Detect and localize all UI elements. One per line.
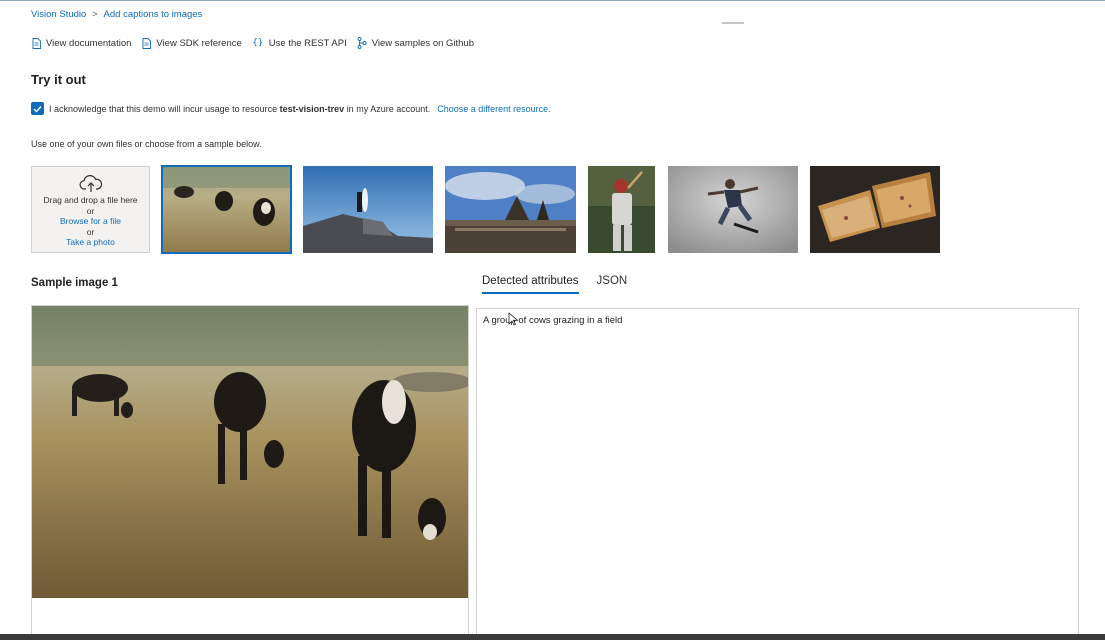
tab-json[interactable]: JSON <box>597 275 628 294</box>
sample-image-title: Sample image 1 <box>31 277 118 289</box>
sample-thumbnail-building[interactable] <box>445 166 576 253</box>
acknowledge-row: I acknowledge that this demo will incur … <box>31 102 551 115</box>
doc-links-bar: View documentation View SDK reference {}… <box>31 37 484 49</box>
file-upload-dropzone[interactable]: Drag and drop a file here or Browse for … <box>31 166 150 253</box>
detected-caption: A group of cows grazing in a field <box>483 315 623 326</box>
browse-file-link[interactable]: Browse for a file <box>60 216 121 227</box>
doc-link-label: View SDK reference <box>156 37 242 49</box>
sample-thumbnail-baseball[interactable] <box>588 166 655 253</box>
doc-link-label: View samples on Github <box>371 37 475 49</box>
resource-name: test-vision-trev <box>279 103 345 114</box>
breadcrumb-current-link[interactable]: Add captions to images <box>104 9 203 20</box>
top-border <box>0 0 1105 1</box>
bottom-bar <box>0 634 1105 640</box>
acknowledge-text: I acknowledge that this demo will incur … <box>49 103 278 114</box>
drag-drop-text: Drag and drop a file here <box>43 195 138 205</box>
checkmark-icon <box>33 105 42 113</box>
mouse-cursor-icon <box>508 312 519 331</box>
sample-thumbnail-skateboarder[interactable] <box>668 166 798 253</box>
breadcrumb: Vision Studio > Add captions to images <box>31 7 202 21</box>
or-text: or <box>86 205 95 216</box>
github-branch-icon <box>357 37 367 49</box>
result-tabs: Detected attributes JSON <box>482 275 645 294</box>
sample-thumbnail-surfer[interactable] <box>303 166 433 253</box>
instruction-text: Use one of your own files or choose from… <box>31 139 262 149</box>
view-sdk-reference-link[interactable]: View SDK reference <box>141 37 242 49</box>
breadcrumb-separator: > <box>92 9 98 19</box>
divider <box>722 22 744 24</box>
section-title: Try it out <box>31 72 86 87</box>
or-text: or <box>86 226 95 237</box>
cloud-upload-icon <box>79 175 103 195</box>
breadcrumb-root-link[interactable]: Vision Studio <box>31 9 86 20</box>
cows-image <box>32 306 468 598</box>
choose-resource-link[interactable]: Choose a different resource. <box>437 104 550 114</box>
sample-thumbnail-cows[interactable] <box>161 165 292 254</box>
doc-link-label: View documentation <box>46 37 132 49</box>
acknowledge-text-end: in my Azure account. <box>346 103 431 114</box>
view-documentation-link[interactable]: View documentation <box>31 37 131 49</box>
document-icon <box>141 37 151 49</box>
result-panel: A group of cows grazing in a field <box>476 308 1079 640</box>
use-rest-api-link[interactable]: {} Use the REST API <box>252 37 347 49</box>
take-photo-link[interactable]: Take a photo <box>66 237 115 248</box>
braces-icon: {} <box>252 38 264 48</box>
acknowledge-checkbox[interactable] <box>31 102 44 115</box>
view-samples-github-link[interactable]: View samples on Github <box>357 37 474 49</box>
sample-image-preview <box>31 305 469 640</box>
sample-thumbnail-sandwich[interactable] <box>810 166 940 253</box>
doc-link-label: Use the REST API <box>268 37 347 49</box>
document-icon <box>31 37 41 49</box>
tab-detected-attributes[interactable]: Detected attributes <box>482 275 579 294</box>
